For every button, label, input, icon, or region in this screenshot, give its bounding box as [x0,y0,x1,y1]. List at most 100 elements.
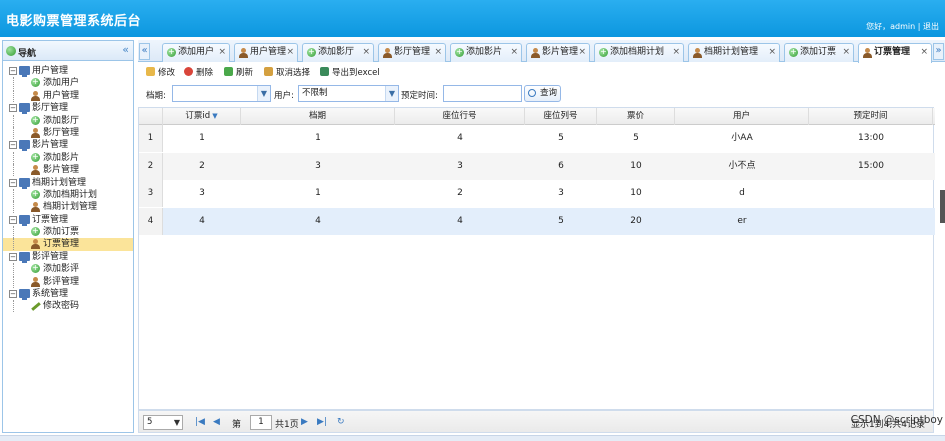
time-label: 预定时间: [401,91,438,101]
tree-group[interactable]: − 影厅管理 [3,102,133,115]
table-cell: 20 [630,215,642,226]
tab-item[interactable]: + 添加档期计划 × [594,43,684,62]
table-row[interactable]: 4 4 4 4 5 20 er [139,207,935,235]
tree-item[interactable]: + 添加订票 [3,226,133,239]
edit-button[interactable]: 修改 [146,66,175,80]
column-header[interactable]: 订票id ▼ [163,108,241,125]
schedule-select[interactable]: ▼ [172,85,271,102]
close-icon[interactable]: × [578,44,586,61]
column-header-label: 预定时间 [853,111,888,121]
column-header[interactable]: 座位行号 [395,108,525,125]
toolbar: 修改 删除 刷新 取消选择 导出到excel [142,66,942,80]
tab-item[interactable]: + 添加影厅 × [302,43,374,62]
tab-label: 添加用户 [178,47,215,57]
close-icon[interactable]: × [434,44,442,61]
tree-item[interactable]: 档期计划管理 [3,201,133,214]
tab-item[interactable]: 影厅管理 × [378,43,446,62]
tree-line [13,89,14,102]
side-handle[interactable] [940,190,945,223]
table-row[interactable]: 2 2 3 3 6 10 小不点 15:00 [139,152,935,180]
tree-item[interactable]: 修改密码 [3,300,133,313]
tab-scroll-right-icon[interactable]: » [933,43,944,60]
tree-item[interactable]: + 添加档期计划 [3,188,133,201]
prev-page-icon[interactable]: ◀ [213,417,220,427]
tab-label: 影厅管理 [394,47,431,57]
close-icon[interactable]: × [842,44,850,61]
close-icon[interactable]: × [768,44,776,61]
tree-item-label: 添加影片 [43,152,80,163]
collapse-toggle-icon[interactable]: − [9,252,17,261]
column-header[interactable]: 票价 [597,108,675,125]
sort-desc-icon[interactable]: ▼ [212,112,217,120]
close-icon[interactable]: × [218,44,226,61]
tree-group[interactable]: − 系统管理 [3,288,133,301]
tree-group[interactable]: − 档期计划管理 [3,177,133,189]
tab-scroll-left-icon[interactable]: « [139,43,150,60]
tree-item[interactable]: + 添加用户 [3,77,133,90]
person-icon [531,48,540,58]
export-button[interactable]: 导出到excel [320,66,380,80]
user-info[interactable]: 您好，admin | 退出 [866,21,939,32]
page-size-select[interactable]: 5 ▼ [143,415,183,430]
tree-group[interactable]: − 订票管理 [3,214,133,226]
table-cell: 3 [457,160,463,171]
close-icon[interactable]: × [362,44,370,61]
collapse-toggle-icon[interactable]: − [9,290,17,299]
tree-line [13,238,14,251]
tree-group[interactable]: − 影片管理 [3,139,133,152]
query-button[interactable]: 查询 [524,85,562,102]
tab-label: 用户管理 [250,47,287,57]
page-input[interactable]: 1 [250,415,272,430]
column-header[interactable]: 档期 [241,108,395,125]
tree-group[interactable]: − 用户管理 [3,65,133,77]
tab-item[interactable]: 档期计划管理 × [688,43,780,62]
tree-item[interactable]: 订票管理 [3,238,133,251]
user-select[interactable]: 不限制 ▼ [298,85,399,102]
tab-item[interactable]: 影片管理 × [526,43,590,62]
refresh-button[interactable]: 刷新 [224,66,253,80]
table-row[interactable]: 1 1 1 4 5 5 小AA 13:00 [139,125,935,152]
tree-item[interactable]: 影评管理 [3,275,133,288]
table-row[interactable]: 3 3 1 2 3 10 d [139,180,935,207]
table-cell: 1 [315,133,321,143]
tree-item[interactable]: 影厅管理 [3,126,133,139]
time-input[interactable] [443,85,522,102]
tree-item[interactable]: + 添加影片 [3,151,133,164]
add-icon: + [167,47,176,57]
column-header[interactable]: 座位列号 [525,108,597,125]
delete-button[interactable]: 删除 [184,66,213,80]
close-icon[interactable]: × [672,44,680,61]
collapse-toggle-icon[interactable]: − [9,178,17,187]
tab-item[interactable]: 订票管理 × [858,43,932,63]
collapse-toggle-icon[interactable]: − [9,104,17,113]
tab-item[interactable]: 用户管理 × [234,43,298,62]
tab-item[interactable]: + 添加订票 × [784,43,854,62]
tree-group[interactable]: − 影评管理 [3,251,133,263]
tree-line [13,151,14,164]
tree-item-label: 影评管理 [43,276,80,287]
tab-item[interactable]: + 添加影片 × [450,43,522,62]
collapse-toggle-icon[interactable]: − [9,141,17,150]
collapse-toggle-icon[interactable]: − [9,215,17,224]
close-icon[interactable]: × [920,44,928,61]
reload-icon[interactable]: ↻ [337,417,345,427]
tree-item[interactable]: + 添加影厅 [3,114,133,127]
unselect-button[interactable]: 取消选择 [264,66,310,80]
person-icon [31,127,40,138]
tab-item[interactable]: + 添加用户 × [162,43,230,62]
close-icon[interactable]: × [510,44,518,61]
close-icon[interactable]: × [286,44,294,61]
tree-item[interactable]: 用户管理 [3,89,133,102]
last-page-icon[interactable]: ▶| [317,417,327,427]
collapse-toggle-icon[interactable]: − [9,67,17,75]
tree-item[interactable]: + 添加影评 [3,263,133,276]
first-page-icon[interactable]: |◀ [195,417,205,427]
user-value: 不限制 [302,88,328,98]
tree-item[interactable]: 影片管理 [3,164,133,177]
page-size-value: 5 [147,417,153,427]
column-header[interactable]: 预定时间 [809,108,933,125]
collapse-icon[interactable]: « [122,43,129,56]
filter-bar: 档期: ▼ 用户: 不限制 ▼ 预定时间: 查询 [142,85,942,103]
next-page-icon[interactable]: ▶ [301,417,308,427]
column-header[interactable]: 用户 [675,108,809,125]
